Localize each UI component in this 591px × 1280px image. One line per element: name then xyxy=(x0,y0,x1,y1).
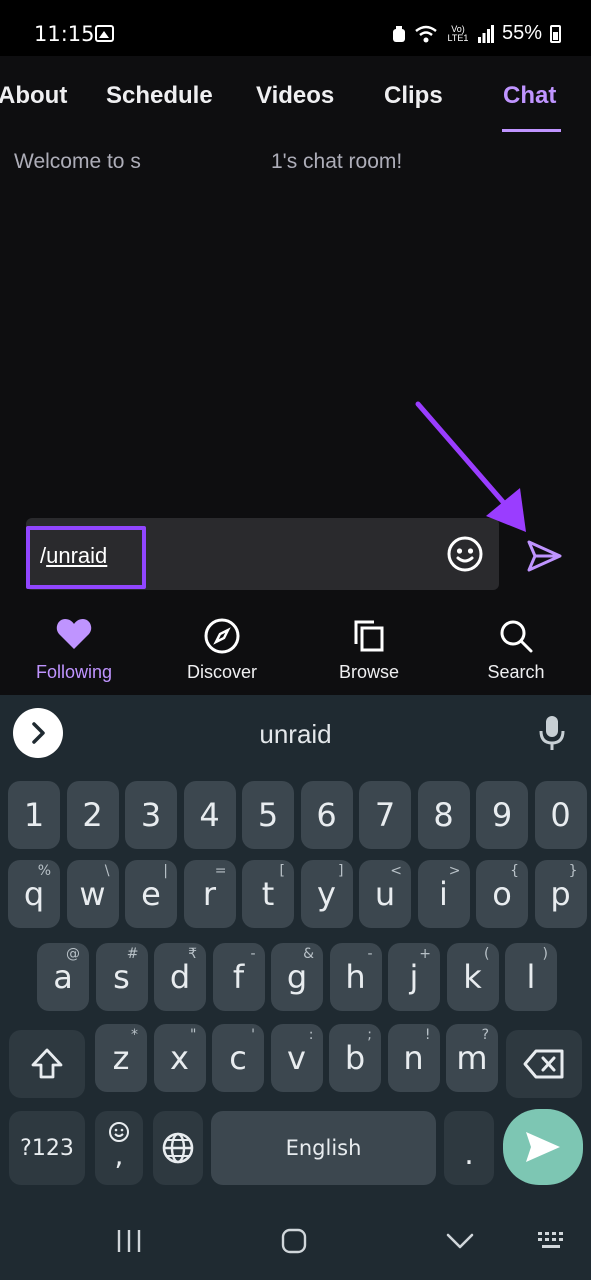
letter-key[interactable]: j + xyxy=(388,943,440,1011)
network-type: Vo) LTE1 xyxy=(447,23,469,43)
number-key[interactable]: 0 xyxy=(534,781,587,849)
channel-tabs: About Schedule Videos Clips Chat xyxy=(0,56,591,136)
letter-key[interactable]: d ₹ xyxy=(154,943,206,1011)
tab-about[interactable]: About xyxy=(0,82,67,110)
on-screen-keyboard: unraid ?123 , English . 1 2 3 4 5 6 7 8 9 0 q% w \ e |… xyxy=(0,695,591,1200)
number-key[interactable]: 2 xyxy=(66,781,119,849)
hide-keyboard-icon[interactable] xyxy=(445,1232,475,1250)
letter-key[interactable]: i > xyxy=(417,860,470,928)
letter-key[interactable]: g & xyxy=(271,943,323,1011)
status-time: 11:15 xyxy=(34,22,95,46)
letter-key[interactable]: b; xyxy=(329,1024,381,1092)
recent-apps-icon[interactable] xyxy=(116,1228,142,1254)
system-navigation-bar xyxy=(0,1200,591,1280)
bottom-navigation: Following Discover Browse Search xyxy=(0,610,591,695)
microphone-icon[interactable] xyxy=(538,715,566,751)
letter-key[interactable]: c ' xyxy=(212,1024,264,1092)
command-highlight-box: /unraid xyxy=(26,526,146,589)
letter-key[interactable]: k( xyxy=(446,943,499,1011)
search-icon xyxy=(500,620,533,653)
emoji-comma-key[interactable]: , xyxy=(95,1111,143,1185)
active-tab-indicator xyxy=(502,129,561,132)
space-bar[interactable]: English xyxy=(211,1111,436,1185)
gallery-notification-icon xyxy=(95,25,114,42)
letter-key[interactable]: s # xyxy=(95,943,148,1011)
battery-percent: 55% xyxy=(501,22,542,44)
letter-key[interactable]: q% xyxy=(8,860,60,928)
tab-chat[interactable]: Chat xyxy=(503,82,556,110)
number-key[interactable]: 7 xyxy=(359,781,411,849)
welcome-message-start: Welcome to s xyxy=(14,150,141,173)
nav-discover[interactable]: Discover xyxy=(152,610,292,695)
tab-videos[interactable]: Videos xyxy=(256,82,334,110)
letter-key[interactable]: m? xyxy=(446,1024,498,1092)
keyboard-switch-icon[interactable] xyxy=(536,1230,568,1252)
number-key[interactable]: 9 xyxy=(476,781,528,849)
letter-key[interactable]: u < xyxy=(359,860,411,928)
number-key[interactable]: 8 xyxy=(417,781,470,849)
letter-key[interactable]: r = xyxy=(183,860,236,928)
chat-input-text: /unraid xyxy=(40,543,108,568)
letter-key[interactable]: e | xyxy=(125,860,177,928)
tab-clips[interactable]: Clips xyxy=(384,82,443,110)
send-icon xyxy=(526,1132,560,1162)
alarm-icon xyxy=(392,25,405,42)
globe-icon xyxy=(162,1132,194,1164)
letter-key[interactable]: y] xyxy=(300,860,353,928)
backspace-icon xyxy=(523,1049,564,1079)
letter-key[interactable]: h- xyxy=(329,943,382,1011)
backspace-key[interactable] xyxy=(506,1030,582,1098)
wifi-icon xyxy=(415,25,437,42)
number-key[interactable]: 3 xyxy=(125,781,177,849)
send-key[interactable] xyxy=(503,1109,583,1185)
shift-key[interactable] xyxy=(9,1030,85,1098)
send-message-icon[interactable] xyxy=(524,536,564,576)
language-key[interactable] xyxy=(153,1111,203,1185)
letter-key[interactable]: n! xyxy=(387,1024,440,1092)
number-key[interactable]: 5 xyxy=(242,781,294,849)
nav-browse[interactable]: Browse xyxy=(299,610,439,695)
letter-key[interactable]: v: xyxy=(270,1024,323,1092)
signal-icon xyxy=(477,24,494,43)
number-key[interactable]: 4 xyxy=(183,781,236,849)
browse-icon xyxy=(354,620,384,652)
letter-key[interactable]: w \ xyxy=(66,860,119,928)
letter-key[interactable]: l) xyxy=(505,943,557,1011)
compass-icon xyxy=(204,618,240,654)
home-icon[interactable] xyxy=(281,1228,307,1254)
letter-key[interactable]: x " xyxy=(153,1024,206,1092)
heart-icon xyxy=(56,619,92,649)
nav-search[interactable]: Search xyxy=(446,610,586,695)
letter-key[interactable]: o{ xyxy=(476,860,528,928)
letter-key[interactable]: a @ xyxy=(37,943,89,1011)
nav-following[interactable]: Following xyxy=(4,610,144,695)
letter-key[interactable]: p} xyxy=(534,860,587,928)
word-suggestion[interactable]: unraid xyxy=(0,719,591,750)
symbols-key[interactable]: ?123 xyxy=(9,1111,85,1185)
emoji-picker-icon[interactable] xyxy=(447,536,483,572)
welcome-message-end: 1's chat room! xyxy=(271,150,403,173)
period-key[interactable]: . xyxy=(444,1111,494,1185)
letter-key[interactable]: t[ xyxy=(242,860,294,928)
status-bar: 11:15 Vo) LTE1 55% xyxy=(0,0,591,56)
tab-schedule[interactable]: Schedule xyxy=(106,82,213,110)
letter-key[interactable]: z * xyxy=(95,1024,147,1092)
number-key[interactable]: 6 xyxy=(300,781,353,849)
number-key[interactable]: 1 xyxy=(8,781,60,849)
shift-icon xyxy=(31,1048,63,1079)
letter-key[interactable]: f- xyxy=(212,943,265,1011)
battery-icon xyxy=(550,24,561,43)
